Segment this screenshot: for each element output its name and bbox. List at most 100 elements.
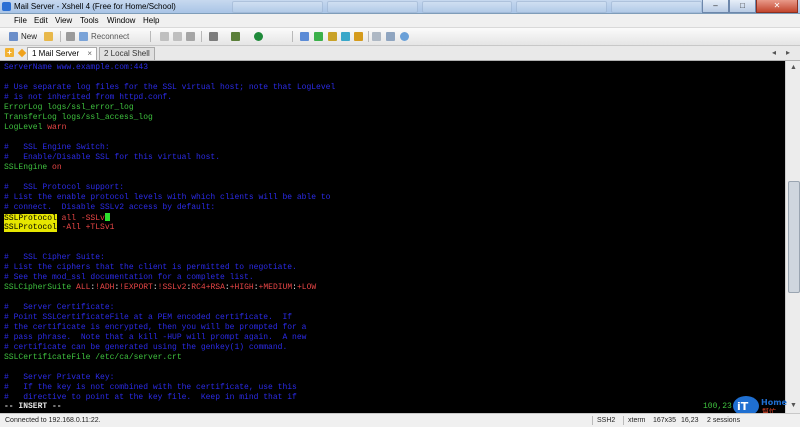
terminal-text: # See the mod_ssl documentation for a co…: [4, 273, 254, 282]
session-tab-bar: + 1 Mail Server × 2 Local Shell ◂ ▸: [0, 46, 800, 61]
menu-view[interactable]: View: [53, 15, 74, 26]
terminal-text: SSLCertificateFile /etc/ca/server.crt: [4, 353, 182, 362]
terminal-text: TransferLog logs/ssl_access_log: [4, 113, 153, 122]
terminal-line: # SSL Cipher Suite:: [4, 253, 105, 263]
terminal-text: SSLEngine: [4, 163, 53, 172]
copy-icon[interactable]: [160, 32, 169, 41]
disconnect-icon[interactable]: [66, 32, 75, 41]
help-icon[interactable]: [386, 32, 395, 41]
script-icon[interactable]: [341, 32, 350, 41]
terminal-text: ALL: [76, 283, 91, 292]
terminal-text: ServerName www.example.com:443: [4, 63, 149, 72]
protocol-status: SSH2: [597, 417, 616, 424]
tab-mail-server[interactable]: 1 Mail Server ×: [27, 47, 98, 60]
tab-label: 2 Local Shell: [104, 49, 150, 58]
minimize-button[interactable]: –: [702, 0, 729, 13]
menu-tools[interactable]: Tools: [78, 15, 101, 26]
sessions-status: 2 sessions: [707, 417, 741, 424]
terminal-text: # Server Certificate:: [4, 303, 115, 312]
terminal-line: SSLProtocol all -SSLv: [4, 213, 110, 223]
chat-icon[interactable]: [400, 32, 409, 41]
terminal-text: # certificate can be generated using the…: [4, 343, 288, 352]
menu-bar: File Edit View Tools Window Help: [0, 14, 800, 28]
connection-status: Connected to 192.168.0.11:22.: [5, 417, 101, 424]
add-tab-icon[interactable]: +: [5, 48, 14, 57]
terminal-text: # SSL Engine Switch:: [4, 143, 110, 152]
terminal-text: !EXPORT: [119, 283, 153, 292]
tab-label: 1 Mail Server: [32, 49, 80, 58]
menu-edit[interactable]: Edit: [32, 15, 50, 26]
pin-icon[interactable]: [17, 48, 27, 58]
toolbar-separator: [150, 31, 151, 42]
terminal-text: RC4+RSA: [191, 283, 225, 292]
text-cursor: [104, 213, 110, 221]
terminal-line: SSLProtocol -All +TLSv1: [4, 223, 114, 233]
layout-icon[interactable]: [372, 32, 381, 41]
print-icon[interactable]: [209, 32, 218, 41]
close-button[interactable]: ✕: [756, 0, 798, 13]
terminal-text: LogLevel: [4, 123, 48, 132]
title-bar: Mail Server - Xshell 4 (Free for Home/Sc…: [0, 0, 800, 14]
terminal-line: # connect. Disable SSLv2 access by defau…: [4, 203, 215, 213]
terminal-type-status: xterm: [628, 417, 646, 424]
scrollbar-thumb[interactable]: [788, 181, 800, 293]
terminal-line: SSLEngine on: [4, 163, 62, 173]
ghost-tab: [421, 1, 513, 13]
terminal-text: # the certificate is encrypted, then you…: [4, 323, 307, 332]
tab-close-icon[interactable]: ×: [87, 49, 92, 58]
toolbar: New Reconnect: [0, 28, 800, 46]
terminal-line: TransferLog logs/ssl_access_log: [4, 113, 153, 123]
scroll-up-icon[interactable]: ▲: [789, 63, 798, 72]
compose-icon[interactable]: [300, 32, 309, 41]
svg-text:Home: Home: [761, 398, 788, 407]
properties-icon[interactable]: [231, 32, 240, 41]
tab-local-shell[interactable]: 2 Local Shell: [99, 47, 155, 60]
maximize-button[interactable]: □: [729, 0, 756, 13]
terminal-text: # is not inherited from httpd.conf.: [4, 93, 173, 102]
terminal-screen[interactable]: ServerName www.example.com:443 # Use sepa…: [0, 61, 785, 413]
open-folder-icon[interactable]: [44, 32, 53, 41]
terminal-line: SSLCipherSuite ALL:!ADH:!EXPORT:!SSLv2:R…: [4, 283, 316, 293]
reconnect-icon: [79, 32, 88, 41]
terminal-size-status: 167x35: [653, 417, 676, 424]
terminal-line: # List the enable protocol levels with w…: [4, 193, 330, 203]
terminal-line: ServerName www.example.com:443: [4, 63, 148, 73]
terminal-line: # the certificate is encrypted, then you…: [4, 323, 306, 333]
terminal-text: # List the ciphers that the client is pe…: [4, 263, 297, 272]
terminal-line: # is not inherited from httpd.conf.: [4, 93, 172, 103]
terminal-text: on: [52, 163, 62, 172]
taskbar-ghost-tabs: [232, 1, 702, 13]
terminal-line: # Use separate log files for the SSL vir…: [4, 83, 335, 93]
terminal-scrollbar[interactable]: ▲ ▼: [785, 61, 800, 413]
menu-help[interactable]: Help: [141, 15, 161, 26]
vim-cursor-position: 100,23: [703, 402, 732, 411]
key-icon[interactable]: [328, 32, 337, 41]
terminal-line: # Enable/Disable SSL for this virtual ho…: [4, 153, 220, 163]
vim-mode-indicator: -- INSERT --: [4, 402, 62, 411]
terminal-text: # Server Private Key:: [4, 373, 115, 382]
lock-icon[interactable]: [354, 32, 363, 41]
transfer-icon[interactable]: [314, 32, 323, 41]
terminal-text: # SSL Cipher Suite:: [4, 253, 105, 262]
terminal-text: -All +TLSv1: [56, 223, 115, 232]
status-divider: [623, 416, 624, 425]
menu-window[interactable]: Window: [105, 15, 137, 26]
menu-file[interactable]: File: [12, 15, 29, 26]
terminal-line: # Point SSLCertificateFile at a PEM enco…: [4, 313, 292, 323]
ghost-tab: [516, 1, 608, 13]
terminal-line: LogLevel warn: [4, 123, 66, 133]
tab-prev-icon[interactable]: ◂: [772, 48, 776, 57]
cursor-status: 16,23: [681, 417, 699, 424]
find-icon[interactable]: [186, 32, 195, 41]
globe-icon[interactable]: [254, 32, 263, 41]
reconnect-button[interactable]: Reconnect: [91, 30, 129, 43]
terminal-text: ErrorLog logs/ssl_error_log: [4, 103, 134, 112]
new-button[interactable]: New: [21, 30, 37, 43]
terminal-text: !SSLv2: [157, 283, 187, 292]
toolbar-separator: [292, 31, 293, 42]
terminal-line: # Server Private Key:: [4, 373, 114, 383]
xshell-app-icon[interactable]: [2, 2, 11, 11]
tab-next-icon[interactable]: ▸: [786, 48, 790, 57]
paste-icon[interactable]: [173, 32, 182, 41]
svg-text:iT: iT: [737, 400, 749, 413]
